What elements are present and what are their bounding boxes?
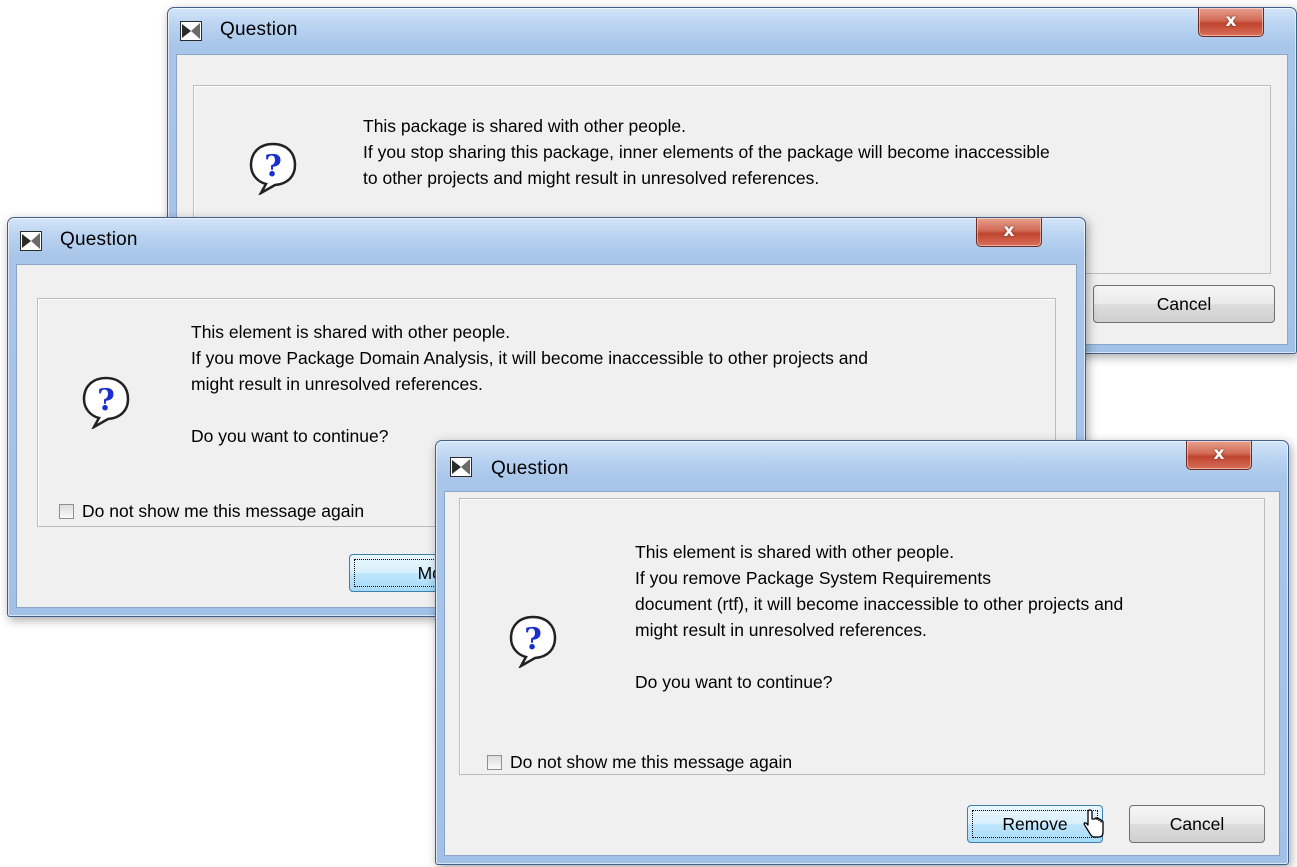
question-icon: ? (249, 142, 297, 195)
message-line: If you remove Package System Requirement… (635, 568, 991, 588)
question-icon: ? (82, 376, 130, 429)
dont-show-again-checkbox[interactable] (487, 755, 502, 770)
dialog-title: Question (220, 19, 298, 40)
close-button[interactable]: x (1198, 8, 1264, 37)
question-icon: ? (509, 615, 557, 668)
message-text: This element is shared with other people… (191, 319, 868, 449)
close-button[interactable]: x (976, 218, 1042, 247)
app-icon (180, 21, 202, 41)
message-text: This element is shared with other people… (635, 539, 1123, 695)
dialog-title: Question (491, 458, 569, 479)
message-line: This package is shared with other people… (363, 116, 686, 136)
cancel-button-label: Cancel (1156, 294, 1212, 314)
checkbox-label: Do not show me this message again (82, 501, 365, 521)
dont-show-again-checkbox-row[interactable]: Do not show me this message again (487, 752, 792, 773)
message-line: document (rtf), it will become inaccessi… (635, 594, 1124, 614)
close-button[interactable]: x (1186, 441, 1252, 470)
svg-text:?: ? (524, 622, 542, 657)
close-icon: x (1225, 11, 1237, 31)
title-bar[interactable]: Question x (168, 8, 1296, 54)
checkbox-label: Do not show me this message again (510, 752, 793, 772)
dont-show-again-checkbox[interactable] (59, 504, 74, 519)
dont-show-again-checkbox-row[interactable]: Do not show me this message again (59, 501, 364, 522)
cancel-button[interactable]: Cancel (1093, 285, 1275, 323)
message-line: might result in unresolved references. (191, 374, 483, 394)
message-line (635, 643, 1123, 669)
cancel-button-label: Cancel (1169, 814, 1225, 834)
message-text: This package is shared with other people… (363, 113, 1050, 191)
app-icon (450, 457, 472, 477)
close-icon: x (1003, 221, 1015, 241)
message-line (191, 397, 868, 423)
remove-button-label: Remove (1002, 814, 1068, 834)
svg-text:?: ? (264, 149, 282, 184)
close-icon: x (1213, 444, 1225, 464)
dialog-client-area: ? This element is shared with other peop… (444, 491, 1280, 856)
message-line: If you move Package Domain Analysis, it … (191, 348, 868, 368)
message-line: This element is shared with other people… (635, 542, 955, 562)
dialog-title: Question (60, 229, 138, 250)
question-dialog-remove: Question x ? This element is shared with… (435, 440, 1289, 865)
message-line: Do you want to continue? (635, 672, 833, 692)
pointer-cursor-icon (1083, 809, 1104, 838)
svg-text:?: ? (97, 383, 115, 418)
app-icon (20, 231, 42, 251)
cancel-button[interactable]: Cancel (1129, 805, 1265, 843)
message-line: If you stop sharing this package, inner … (363, 142, 1050, 162)
message-line: This element is shared with other people… (191, 322, 511, 342)
title-bar[interactable]: Question x (436, 441, 1288, 487)
message-line: to other projects and might result in un… (363, 168, 820, 188)
message-line: might result in unresolved references. (635, 620, 927, 640)
title-bar[interactable]: Question x (8, 218, 1085, 264)
